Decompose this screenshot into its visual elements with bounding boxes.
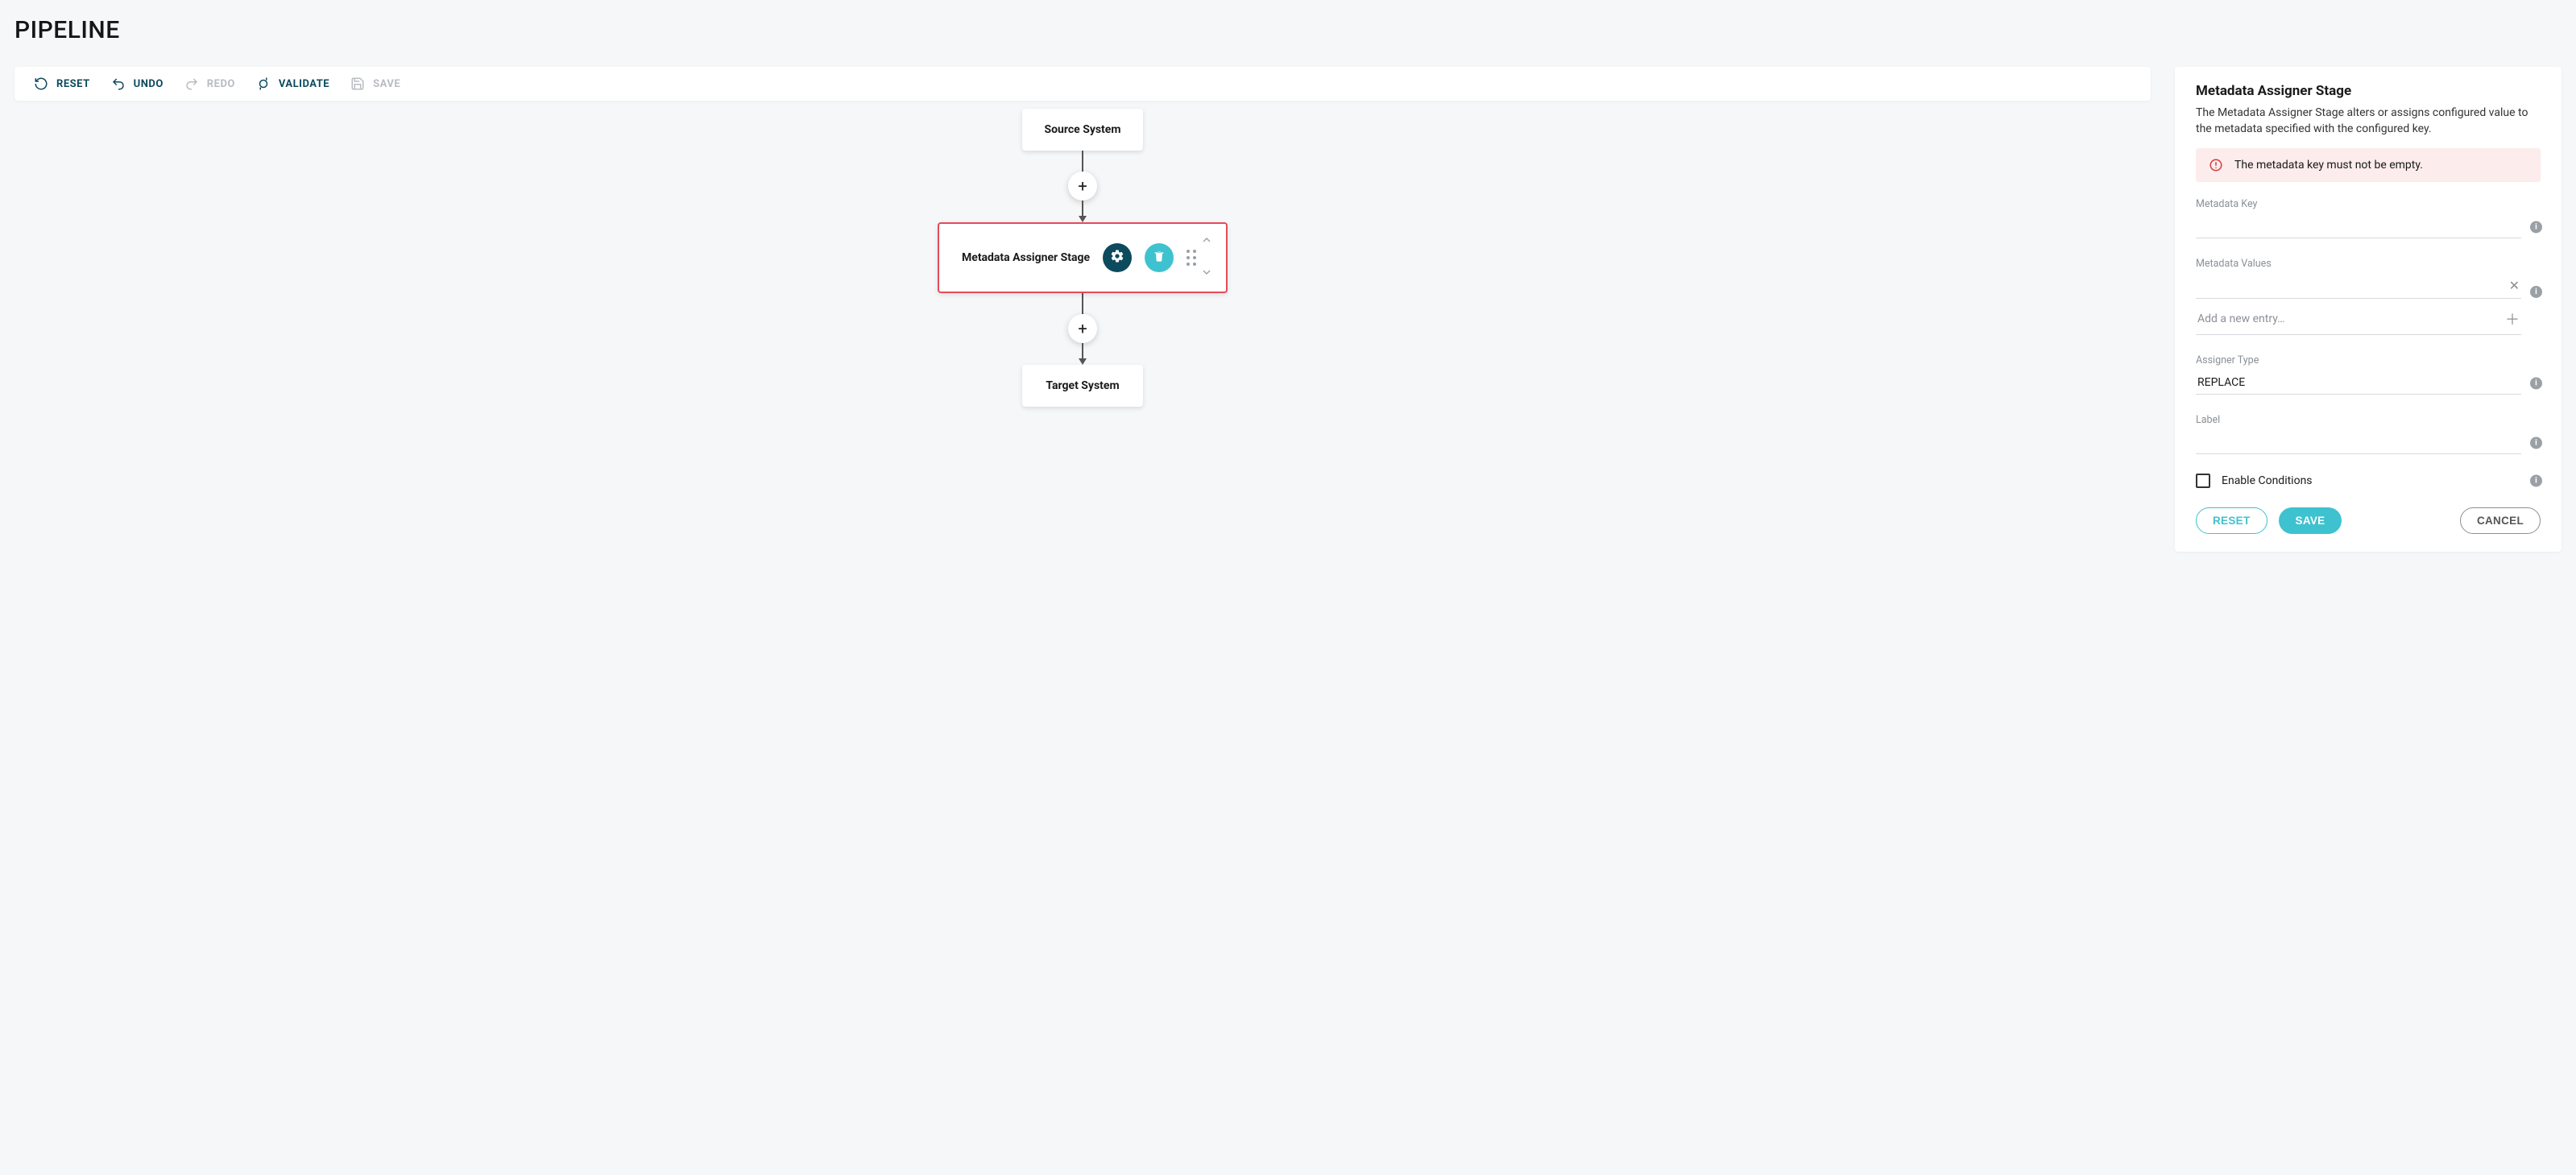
- info-icon[interactable]: i: [2530, 377, 2542, 389]
- panel-save-button[interactable]: SAVE: [2279, 507, 2342, 534]
- configure-stage-button[interactable]: [1103, 243, 1132, 272]
- validate-button[interactable]: VALIDATE: [256, 77, 329, 91]
- pipeline-canvas: RESET UNDO REDO: [14, 67, 2151, 560]
- enable-conditions-checkbox[interactable]: [2196, 474, 2210, 488]
- metadata-value-item: ✕: [2196, 275, 2521, 299]
- label-field-input[interactable]: [2196, 431, 2521, 454]
- panel-reset-button[interactable]: RESET: [2196, 507, 2267, 534]
- move-down-button[interactable]: [1200, 266, 1213, 282]
- delete-stage-button[interactable]: [1145, 243, 1174, 272]
- remove-value-button[interactable]: ✕: [2509, 278, 2520, 293]
- connector: [1082, 293, 1083, 314]
- page-title: PIPELINE: [14, 16, 2562, 44]
- panel-description: The Metadata Assigner Stage alters or as…: [2196, 106, 2541, 137]
- save-label: SAVE: [373, 78, 400, 90]
- undo-label: UNDO: [134, 78, 164, 90]
- alert-text: The metadata key must not be empty.: [2234, 159, 2423, 172]
- gear-icon: [1110, 249, 1124, 267]
- assigner-type-label: Assigner Type: [2196, 354, 2541, 366]
- validate-icon: [256, 77, 271, 91]
- add-stage-button-top[interactable]: +: [1068, 172, 1097, 201]
- stage-node-label: Metadata Assigner Stage: [962, 251, 1090, 264]
- source-node[interactable]: Source System: [1022, 109, 1144, 151]
- plus-icon: +: [1078, 176, 1087, 196]
- save-icon: [350, 77, 365, 91]
- metadata-values-label: Metadata Values: [2196, 258, 2541, 270]
- enable-conditions-label: Enable Conditions: [2222, 474, 2313, 487]
- add-entry-button[interactable]: ＋: [2505, 308, 2520, 329]
- connector: [1079, 201, 1087, 222]
- redo-button: REDO: [184, 77, 235, 91]
- add-stage-button-bottom[interactable]: +: [1068, 314, 1097, 343]
- panel-title: Metadata Assigner Stage: [2196, 83, 2541, 99]
- reset-label: RESET: [56, 78, 90, 90]
- alert-icon: [2209, 158, 2223, 172]
- assigner-type-value: REPLACE: [2197, 376, 2245, 389]
- metadata-key-label: Metadata Key: [2196, 198, 2541, 210]
- drag-handle-icon[interactable]: [1187, 250, 1201, 267]
- info-icon[interactable]: i: [2530, 436, 2542, 449]
- stage-node[interactable]: Metadata Assigner Stage: [938, 222, 1228, 293]
- label-field-label: Label: [2196, 414, 2541, 426]
- redo-icon: [184, 77, 199, 91]
- add-entry-placeholder[interactable]: Add a new entry…: [2197, 312, 2285, 325]
- info-icon[interactable]: i: [2530, 286, 2542, 298]
- properties-panel: Metadata Assigner Stage The Metadata Ass…: [2175, 67, 2562, 552]
- trash-icon: [1153, 250, 1166, 266]
- assigner-type-select[interactable]: REPLACE: [2196, 371, 2521, 395]
- target-node-label: Target System: [1046, 379, 1119, 392]
- canvas-toolbar: RESET UNDO REDO: [14, 67, 2151, 101]
- save-button: SAVE: [350, 77, 400, 91]
- validate-label: VALIDATE: [279, 78, 329, 90]
- info-icon[interactable]: i: [2530, 475, 2542, 487]
- move-up-button[interactable]: [1200, 234, 1213, 250]
- info-icon[interactable]: i: [2530, 221, 2542, 233]
- source-node-label: Source System: [1045, 123, 1121, 136]
- connector: [1079, 343, 1087, 365]
- undo-icon: [111, 77, 126, 91]
- plus-icon: +: [1078, 319, 1087, 338]
- reset-icon: [34, 77, 48, 91]
- connector: [1082, 151, 1083, 172]
- undo-button[interactable]: UNDO: [111, 77, 164, 91]
- redo-label: REDO: [207, 78, 235, 90]
- target-node[interactable]: Target System: [1022, 365, 1143, 407]
- metadata-key-input[interactable]: [2196, 215, 2521, 238]
- reset-button[interactable]: RESET: [34, 77, 90, 91]
- error-alert: The metadata key must not be empty.: [2196, 148, 2541, 182]
- panel-cancel-button[interactable]: CANCEL: [2460, 507, 2541, 534]
